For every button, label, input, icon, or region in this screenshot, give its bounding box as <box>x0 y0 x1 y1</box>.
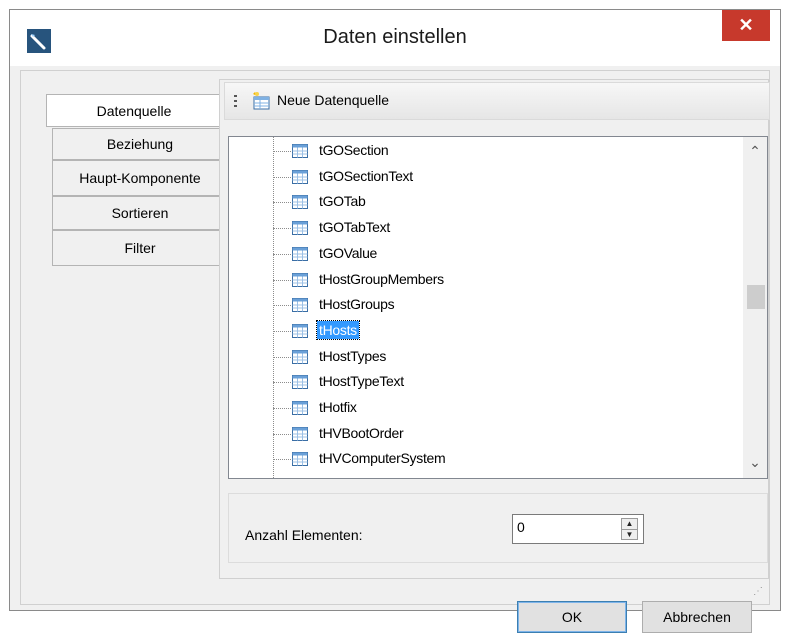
scroll-thumb[interactable] <box>747 285 765 309</box>
dialog-window: Daten einstellen ✕ Datenquelle Beziehung… <box>9 9 781 633</box>
table-icon <box>292 195 308 210</box>
tree-item-label[interactable]: tHVComputerSystem <box>317 449 447 467</box>
tree-item-label[interactable]: tGOTabText <box>317 218 392 236</box>
tree-item-label[interactable]: tGOValue <box>317 244 379 262</box>
table-icon <box>292 426 308 441</box>
close-button[interactable]: ✕ <box>722 10 770 41</box>
tree-connector <box>273 330 291 332</box>
tree-item-label[interactable]: tHostTypes <box>317 347 388 365</box>
table-icon <box>292 144 308 158</box>
cancel-button[interactable]: Abbrechen <box>642 601 752 633</box>
tab-filter[interactable]: Filter <box>52 230 228 266</box>
vertical-scrollbar[interactable]: ⌃ ⌄ <box>743 137 767 478</box>
table-icon <box>292 246 308 261</box>
scroll-down-icon[interactable]: ⌄ <box>743 450 767 474</box>
tree-connector <box>273 433 291 435</box>
table-icon <box>292 452 308 467</box>
count-stepper[interactable]: ▲ ▼ <box>621 518 638 540</box>
tree-item-label[interactable]: tHVBootOrder <box>317 424 405 442</box>
ok-button[interactable]: OK <box>517 601 627 633</box>
window-title: Daten einstellen <box>323 26 467 48</box>
tree-item-label[interactable]: tGOSection <box>317 141 390 159</box>
table-icon <box>292 221 308 236</box>
spin-down-icon[interactable]: ▼ <box>622 529 637 540</box>
tree-connector <box>273 228 291 230</box>
tree-connector <box>273 356 291 358</box>
tree-connector <box>273 382 291 384</box>
datasource-panel: Neue Datenquelle tGOSection tGOSectionTex… <box>219 79 770 579</box>
spin-up-icon[interactable]: ▲ <box>622 519 637 529</box>
tab-sortieren[interactable]: Sortieren <box>52 196 228 230</box>
count-label: Anzahl Elementen: <box>245 527 363 543</box>
tree-item-label[interactable]: tGOSectionText <box>317 167 415 185</box>
resize-grip-icon[interactable]: ⋰ <box>753 587 765 600</box>
tree-connector <box>273 279 291 281</box>
tab-datenquelle[interactable]: Datenquelle <box>46 94 221 127</box>
toolbar: Neue Datenquelle <box>224 82 770 120</box>
tree-item-label[interactable]: tHostGroupMembers <box>317 270 446 288</box>
tab-haupt-komponente[interactable]: Haupt-Komponente <box>52 160 228 196</box>
table-icon <box>292 169 308 184</box>
title-bar: Daten einstellen ✕ <box>10 10 780 66</box>
tree-connector <box>273 459 291 461</box>
tree-item-label[interactable]: tGOTab <box>317 192 367 210</box>
table-icon <box>292 349 308 364</box>
table-icon <box>292 272 308 287</box>
tree-item-label[interactable]: tHostGroups <box>317 295 396 313</box>
new-datasource-button[interactable]: Neue Datenquelle <box>277 92 389 108</box>
count-group: Anzahl Elementen: 0 ▲ ▼ <box>228 493 768 563</box>
table-icon <box>292 401 308 415</box>
tree-item-label[interactable]: tHosts <box>316 319 360 340</box>
table-icon <box>292 323 308 338</box>
datasource-tree[interactable]: tGOSection tGOSectionText tGOTab tGOTabText… <box>228 136 768 479</box>
toolbar-grip-icon[interactable] <box>234 95 237 109</box>
table-icon <box>292 298 308 313</box>
table-icon <box>292 375 308 390</box>
tree-connector <box>273 253 291 255</box>
new-datasource-icon[interactable] <box>252 91 272 111</box>
dialog-client-area: Datenquelle Beziehung Haupt-Komponente S… <box>20 70 770 633</box>
tree-connector <box>273 151 291 152</box>
tree-connector <box>273 408 291 409</box>
tab-beziehung[interactable]: Beziehung <box>52 128 228 160</box>
scroll-up-icon[interactable]: ⌃ <box>743 139 767 163</box>
tree-connector-line <box>273 137 274 478</box>
tree-connector <box>273 176 291 178</box>
tree-connector <box>273 305 291 307</box>
tree-connector <box>273 202 291 204</box>
tree-item-label[interactable]: tHostTypeText <box>317 372 406 390</box>
tree-item-label[interactable]: tHotfix <box>317 398 359 416</box>
